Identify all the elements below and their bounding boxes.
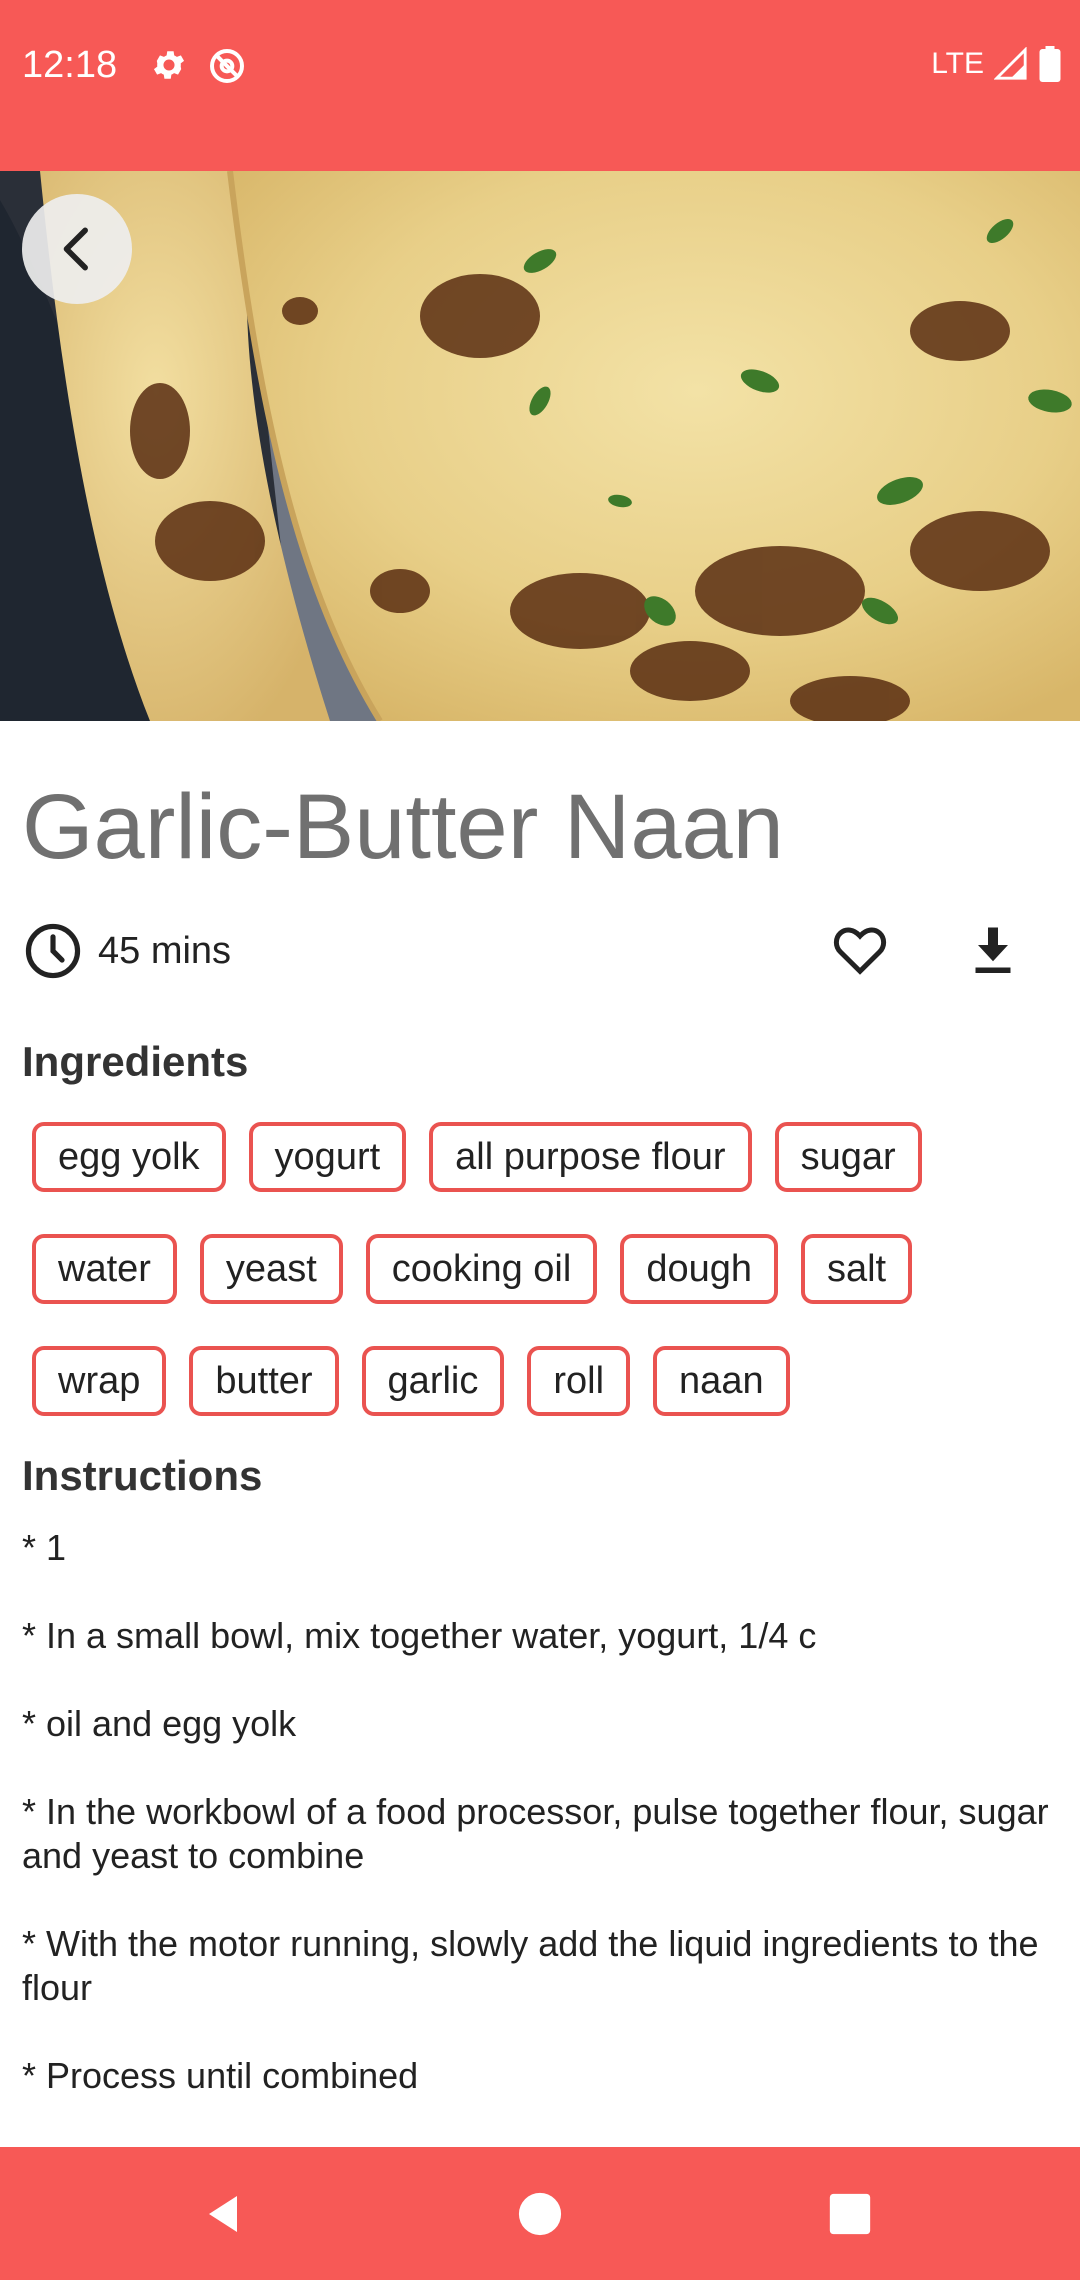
instruction-step: * oil and egg yolk xyxy=(22,1703,297,1744)
download-button[interactable] xyxy=(963,920,1023,980)
ingredient-chip[interactable]: sugar xyxy=(774,1122,922,1192)
favorite-button[interactable] xyxy=(830,920,890,980)
instruction-step: * Process until combined xyxy=(22,2055,419,2096)
battery-icon xyxy=(1039,46,1061,82)
clock-icon xyxy=(25,923,81,979)
circle-home-icon xyxy=(518,2192,562,2235)
square-recents-icon xyxy=(829,2193,871,2234)
instruction-step: * With the motor running, slowly add the… xyxy=(22,1923,1039,2008)
instruction-step: * In a small bowl, mix together water, y… xyxy=(22,1615,817,1656)
instructions-list: * 1 * In a small bowl, mix together wate… xyxy=(22,1526,1062,2142)
back-button[interactable] xyxy=(22,194,132,304)
ingredient-chip[interactable]: naan xyxy=(653,1346,790,1416)
recipe-title: Garlic-Butter Naan xyxy=(22,776,784,878)
chevron-left-icon xyxy=(63,227,88,271)
nav-back-button[interactable] xyxy=(165,2147,285,2280)
ingredient-chip[interactable]: water xyxy=(32,1234,177,1304)
ingredient-chip[interactable]: yeast xyxy=(199,1234,343,1304)
ingredient-chip[interactable]: cooking oil xyxy=(365,1234,598,1304)
settings-gear-icon xyxy=(153,51,185,79)
ingredient-chip[interactable]: butter xyxy=(189,1346,339,1416)
nav-home-button[interactable] xyxy=(480,2147,600,2280)
heart-outline-icon xyxy=(833,927,887,975)
sync-disabled-icon xyxy=(210,49,244,83)
ingredients-heading: Ingredients xyxy=(22,1038,249,1085)
ingredient-chip[interactable]: egg yolk xyxy=(32,1122,226,1192)
ingredient-chip[interactable]: roll xyxy=(527,1346,631,1416)
ingredient-chip[interactable]: wrap xyxy=(32,1346,167,1416)
recipe-hero-image xyxy=(0,171,1080,721)
ingredient-chip[interactable]: yogurt xyxy=(248,1122,407,1192)
ingredient-chip[interactable]: all purpose flour xyxy=(429,1122,752,1192)
instruction-step: * In the workbowl of a food processor, p… xyxy=(22,1791,1049,1876)
ingredient-chip[interactable]: dough xyxy=(620,1234,778,1304)
system-navigation-bar xyxy=(0,2147,1080,2280)
instruction-step: * 1 xyxy=(22,1527,67,1568)
ingredient-chip[interactable]: garlic xyxy=(361,1346,505,1416)
download-icon xyxy=(975,927,1011,973)
status-bar: 12:18 LTE xyxy=(0,0,1080,171)
status-indicators: LTE xyxy=(931,46,1062,82)
recipe-meta: 45 mins xyxy=(22,920,231,982)
instructions-heading: Instructions xyxy=(22,1452,263,1499)
status-time: 12:18 xyxy=(22,44,118,86)
ingredient-chip-list: egg yolk yogurt all purpose flour sugar … xyxy=(32,1122,1052,1416)
cook-time: 45 mins xyxy=(98,929,232,972)
signal-icon xyxy=(994,47,1027,80)
triangle-back-icon xyxy=(209,2195,237,2232)
ingredient-chip[interactable]: salt xyxy=(800,1234,913,1304)
network-type: LTE xyxy=(931,47,984,80)
nav-recents-button[interactable] xyxy=(790,2147,910,2280)
